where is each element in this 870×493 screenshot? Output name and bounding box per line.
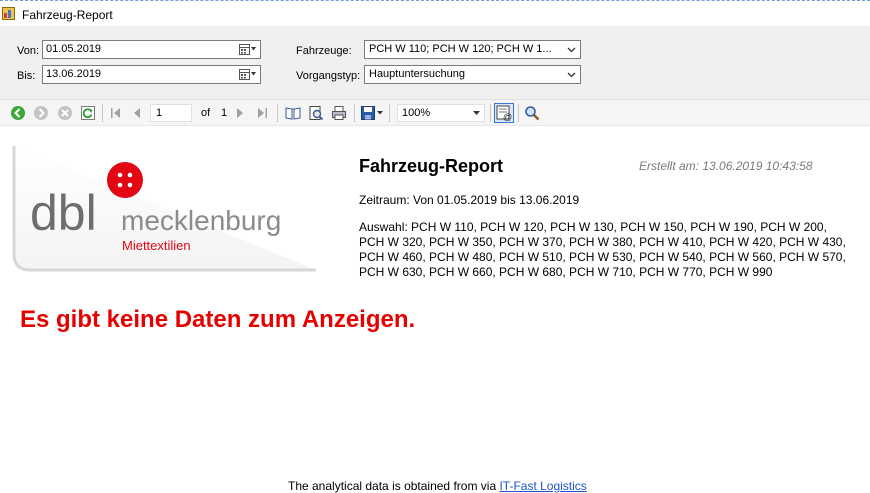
fahrzeuge-combo[interactable]: PCH W 110; PCH W 120; PCH W 1... (364, 40, 581, 59)
chevron-down-icon[interactable] (567, 45, 576, 54)
calendar-dropdown-icon[interactable] (239, 44, 257, 55)
dbl-mecklenburg-logo: dbl mecklenburg Miettextilien (12, 146, 316, 272)
page-number-input[interactable]: 1 (150, 104, 192, 122)
svg-text:dbl: dbl (30, 185, 97, 241)
document-map-icon[interactable] (285, 105, 301, 121)
app-icon (2, 7, 15, 20)
toolbar-separator (102, 104, 103, 122)
report-toolbar: 1 of 1 100% @ (0, 99, 870, 126)
fahrzeuge-value: PCH W 110; PCH W 120; PCH W 1... (369, 43, 552, 55)
report-title: Fahrzeug-Report (359, 156, 503, 176)
report-created-timestamp: Erstellt am: 13.06.2019 10:43:58 (639, 159, 813, 173)
no-data-message: Es gibt keine Daten zum Anzeigen. (20, 306, 416, 333)
window-title: Fahrzeug-Report (22, 8, 113, 22)
toolbar-separator (518, 104, 519, 122)
fahrzeuge-label: Fahrzeuge: (296, 45, 352, 57)
toolbar-separator (277, 104, 278, 122)
svg-text:@: @ (503, 112, 512, 122)
von-date-picker[interactable]: 01.05.2019 (42, 40, 261, 59)
chevron-down-icon[interactable] (473, 110, 480, 116)
last-page-icon[interactable] (254, 105, 270, 121)
page-of-label: of (201, 107, 211, 119)
report-footer: The analytical data is obtained from via… (288, 479, 587, 493)
zoom-value: 100% (402, 107, 431, 119)
von-date-value: 01.05.2019 (46, 43, 102, 55)
svg-text:mecklenburg: mecklenburg (121, 205, 281, 236)
print-icon[interactable] (331, 105, 347, 121)
save-icon[interactable] (360, 105, 384, 121)
report-period: Zeitraum: Von 01.05.2019 bis 13.06.2019 (359, 193, 580, 207)
vorgangstyp-value: Hauptuntersuchung (369, 68, 466, 80)
print-layout-icon[interactable] (308, 105, 324, 121)
report-selection: Auswahl: PCH W 110, PCH W 120, PCH W 130… (359, 220, 846, 279)
page-total: 1 (221, 107, 228, 119)
first-page-icon[interactable] (108, 105, 124, 121)
svg-text:Miettextilien: Miettextilien (122, 238, 191, 253)
window-titlebar: Fahrzeug-Report (0, 0, 870, 26)
search-icon[interactable] (524, 105, 540, 121)
toolbar-separator (354, 104, 355, 122)
page-setup-icon[interactable]: @ (494, 103, 514, 123)
forward-icon[interactable] (33, 105, 49, 121)
report-canvas: dbl mecklenburg Miettextilien Fahrzeug-R… (0, 126, 870, 493)
next-page-icon[interactable] (232, 105, 248, 121)
bis-date-value: 13.06.2019 (46, 68, 102, 80)
bis-label: Bis: (17, 70, 36, 82)
stop-icon[interactable] (57, 105, 73, 121)
toolbar-separator (389, 104, 390, 122)
bis-date-picker[interactable]: 13.06.2019 (42, 65, 261, 84)
calendar-dropdown-icon[interactable] (239, 69, 257, 80)
filter-panel: Von: 01.05.2019 Bis: 13.06.2019 Fahrzeug… (0, 26, 870, 99)
previous-page-icon[interactable] (129, 105, 145, 121)
refresh-icon[interactable] (80, 105, 96, 121)
vorgangstyp-combo[interactable]: Hauptuntersuchung (364, 65, 581, 84)
chevron-down-icon[interactable] (567, 70, 576, 79)
vorgangstyp-label: Vorgangstyp: (296, 70, 361, 82)
zoom-select[interactable]: 100% (397, 104, 485, 122)
von-label: Von: (17, 45, 40, 57)
toolbar-separator (490, 104, 491, 122)
back-icon[interactable] (10, 105, 26, 121)
footer-text: The analytical data is obtained from via (288, 479, 500, 493)
footer-link[interactable]: IT-Fast Logistics (499, 479, 586, 493)
